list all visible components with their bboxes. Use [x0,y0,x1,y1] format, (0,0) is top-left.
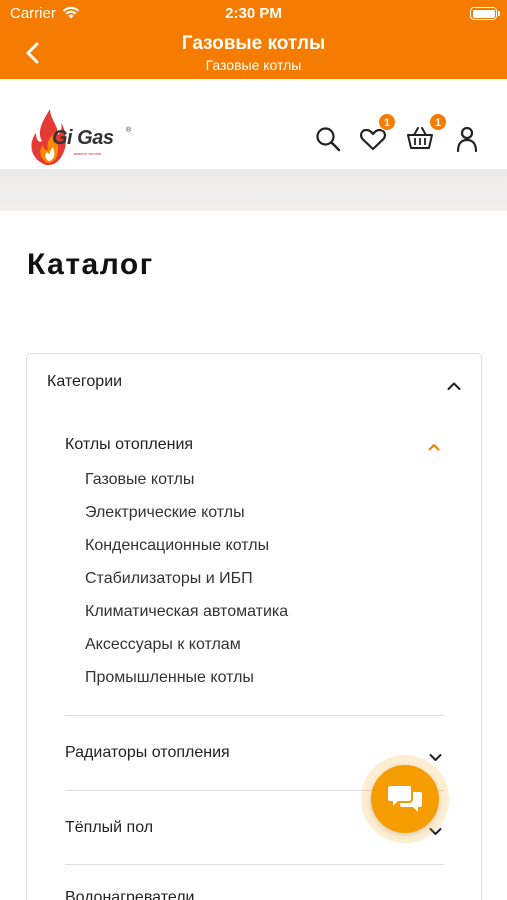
category-group-label: Котлы отопления [65,436,194,453]
divider [65,715,444,716]
search-button[interactable] [313,124,343,154]
favorites-button[interactable]: 1 [358,113,396,154]
subcategory-link[interactable]: Газовые котлы [85,471,194,489]
status-bar: Carrier 2:30 PM [0,0,507,28]
chevron-down-icon [429,754,442,761]
divider [65,864,444,865]
top-navigation-bar: Carrier 2:30 PM Газовые котлы Газовые ко… [0,0,507,79]
logo-trademark: ® [126,127,132,134]
search-icon [316,127,341,152]
basket-icon [407,127,433,149]
chat-bubbles-icon [388,786,422,812]
nav-subtitle: Газовые котлы [205,57,302,73]
category-group-label: Тёплый пол [65,819,154,836]
logo-text: Gi Gas [52,127,114,149]
gigas-logo[interactable]: Gi Gas ® вместе теплее [28,107,138,169]
subcategory-link[interactable]: Климатическая автоматика [85,603,288,621]
subcategory-link[interactable]: Промышленные котлы [85,669,254,687]
cart-count-badge: 1 [429,113,447,131]
nav-title: Газовые котлы [181,33,326,54]
categories-heading: Категории [47,373,123,390]
category-group-label: Водонагреватели [65,889,195,900]
favorites-count-badge: 1 [378,113,396,131]
battery-icon [470,7,500,20]
subcategory-link[interactable]: Аксессуары к котлам [85,636,241,654]
subcategory-link[interactable]: Электрические котлы [85,504,245,522]
chevron-up-icon [447,382,461,390]
account-button[interactable] [453,124,483,154]
cart-button[interactable]: 1 [405,113,447,154]
status-time: 2:30 PM [225,5,282,22]
category-group-label: Радиаторы отопления [65,744,230,761]
subcategory-link[interactable]: Конденсационные котлы [85,537,269,555]
page-title: Каталог [27,248,154,281]
chevron-up-icon [428,444,440,451]
subcategory-link[interactable]: Стабилизаторы и ИБП [85,570,253,588]
chat-button[interactable] [371,765,439,833]
header-divider-band [0,169,507,211]
site-header: Gi Gas ® вместе теплее 1 1 [0,79,507,169]
logo-tagline: вместе теплее [74,151,102,156]
user-icon [456,126,478,153]
